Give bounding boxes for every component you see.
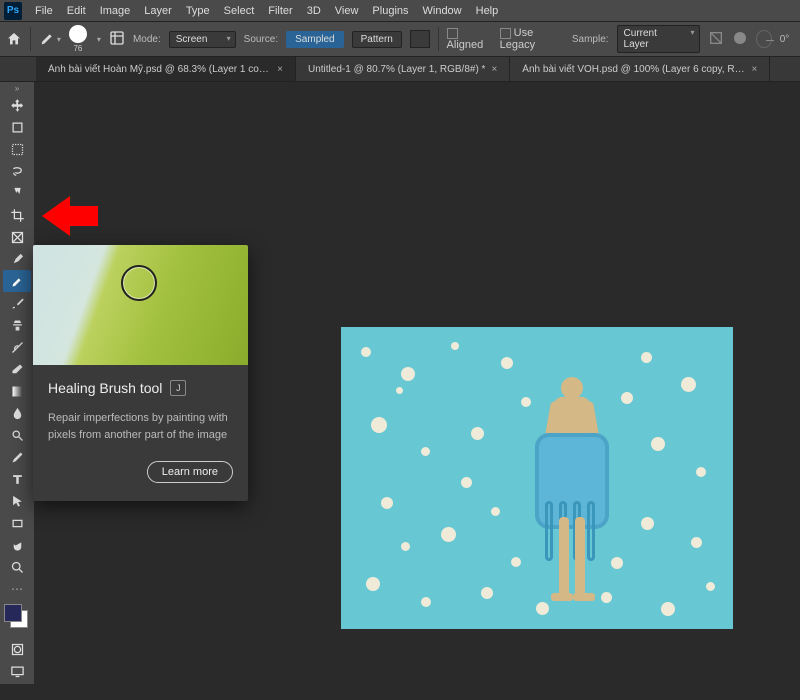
aligned-checkbox[interactable]: Aligned (447, 27, 492, 51)
history-brush-tool[interactable] (3, 336, 31, 358)
document-tabs: Ảnh bài viết Hoàn Mỹ.psd @ 68.3% (Layer … (0, 57, 800, 82)
lasso-tool[interactable] (3, 160, 31, 182)
collapse-icon[interactable]: » (15, 84, 19, 94)
red-arrow-annotation (42, 193, 98, 239)
menu-image[interactable]: Image (93, 5, 138, 17)
pattern-preview[interactable] (410, 30, 430, 48)
marquee-tool[interactable] (3, 138, 31, 160)
doc-tab-1[interactable]: Ảnh bài viết Hoàn Mỹ.psd @ 68.3% (Layer … (36, 57, 296, 81)
screenmode-icon[interactable] (3, 660, 31, 682)
artboard-tool[interactable] (3, 116, 31, 138)
dodge-tool[interactable] (3, 424, 31, 446)
pen-tool[interactable] (3, 446, 31, 468)
close-tab-icon[interactable]: × (491, 64, 497, 75)
tooltip-title: Healing Brush tool (48, 380, 162, 396)
menu-plugins[interactable]: Plugins (365, 5, 415, 17)
sample-label: Sample: (572, 34, 609, 45)
source-sampled-button[interactable]: Sampled (286, 31, 343, 48)
brush-caret[interactable]: ▾ (97, 35, 101, 44)
menu-select[interactable]: Select (217, 5, 262, 17)
menu-window[interactable]: Window (416, 5, 469, 17)
brush-preview[interactable]: 76 (69, 25, 87, 53)
angle-value: 0° (780, 34, 794, 45)
quickmask-icon[interactable] (3, 638, 31, 660)
menu-edit[interactable]: Edit (60, 5, 93, 17)
tooltip-description: Repair imperfections by painting with pi… (48, 410, 233, 443)
move-tool[interactable] (3, 94, 31, 116)
eyedropper-tool[interactable] (3, 248, 31, 270)
tooltip-preview-image (33, 245, 248, 365)
use-legacy-checkbox[interactable]: Use Legacy (500, 27, 564, 51)
separator (438, 27, 439, 51)
close-tab-icon[interactable]: × (277, 64, 283, 75)
type-tool[interactable] (3, 468, 31, 490)
mode-label: Mode: (133, 34, 161, 45)
tool-preset[interactable]: ▾ (39, 31, 61, 47)
frame-tool[interactable] (3, 226, 31, 248)
pressure-size-icon[interactable] (732, 30, 748, 49)
ignore-adjustment-icon[interactable] (708, 30, 724, 49)
tool-tooltip: Healing Brush tool J Repair imperfection… (33, 245, 248, 501)
learn-more-button[interactable]: Learn more (147, 461, 233, 483)
quick-select-tool[interactable] (3, 182, 31, 204)
home-icon[interactable] (6, 30, 22, 48)
doc-tab-3[interactable]: Ảnh bài viết VOH.psd @ 100% (Layer 6 cop… (510, 57, 770, 81)
crop-tool[interactable] (3, 204, 31, 226)
edit-toolbar[interactable]: ⋯ (3, 578, 31, 600)
menu-filter[interactable]: Filter (261, 5, 299, 17)
separator (30, 27, 31, 51)
menubar: Ps File Edit Image Layer Type Select Fil… (0, 0, 800, 22)
source-pattern-button[interactable]: Pattern (352, 31, 402, 48)
color-swatches[interactable] (4, 604, 30, 630)
ps-logo: Ps (4, 2, 22, 20)
menu-help[interactable]: Help (469, 5, 506, 17)
menu-3d[interactable]: 3D (300, 5, 328, 17)
menu-layer[interactable]: Layer (137, 5, 179, 17)
source-label: Source: (244, 34, 278, 45)
doc-tab-2[interactable]: Untitled-1 @ 80.7% (Layer 1, RGB/8#) * × (296, 57, 510, 81)
menu-type[interactable]: Type (179, 5, 217, 17)
angle-dial[interactable] (756, 30, 772, 48)
zoom-tool[interactable] (3, 556, 31, 578)
tool-panel: » ⋯ (0, 82, 34, 684)
menu-view[interactable]: View (328, 5, 366, 17)
brush-panel-icon[interactable] (109, 30, 125, 49)
mode-select[interactable]: Screen (169, 31, 236, 48)
clone-stamp-tool[interactable] (3, 314, 31, 336)
rectangle-tool[interactable] (3, 512, 31, 534)
path-select-tool[interactable] (3, 490, 31, 512)
mannequin-figure (541, 377, 601, 587)
eraser-tool[interactable] (3, 358, 31, 380)
brush-size: 76 (73, 44, 82, 53)
healing-brush-tool[interactable] (3, 270, 31, 292)
document-canvas[interactable] (341, 327, 733, 629)
brush-tool[interactable] (3, 292, 31, 314)
tooltip-shortcut: J (170, 380, 186, 396)
menu-file[interactable]: File (28, 5, 60, 17)
gradient-tool[interactable] (3, 380, 31, 402)
hand-tool[interactable] (3, 534, 31, 556)
close-tab-icon[interactable]: × (751, 64, 757, 75)
options-bar: ▾ 76 ▾ Mode: Screen Source: Sampled Patt… (0, 22, 800, 57)
blur-tool[interactable] (3, 402, 31, 424)
brush-circle-icon (69, 25, 87, 43)
sample-select[interactable]: Current Layer (617, 25, 700, 53)
